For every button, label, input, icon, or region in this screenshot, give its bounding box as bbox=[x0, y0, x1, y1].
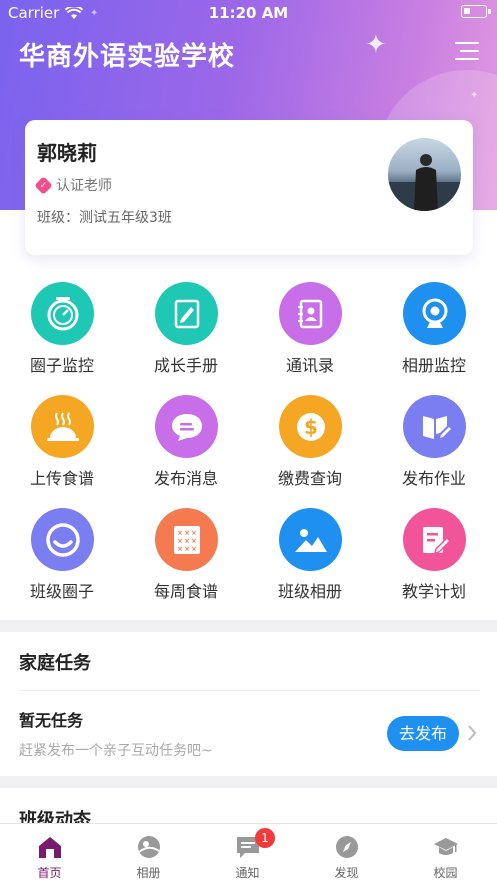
webcam-icon bbox=[422, 298, 447, 328]
svg-text:×: × bbox=[184, 537, 190, 545]
tab-album[interactable]: 相册 bbox=[99, 824, 198, 884]
empty-task-hint: 赶紧发布一个亲子互动任务吧~ bbox=[19, 743, 213, 759]
clock: 11:20 AM bbox=[208, 4, 289, 22]
feature-label: 教学计划 bbox=[401, 582, 466, 601]
feature-upload-recipe[interactable]: 上传食谱 bbox=[0, 395, 124, 505]
feature-label: 成长手册 bbox=[153, 356, 218, 375]
tab-label: 相册 bbox=[136, 866, 161, 880]
calendar-grid-icon: × × × × × × × × × bbox=[173, 525, 200, 554]
feature-label: 圈子监控 bbox=[29, 356, 94, 375]
bottom-tab-bar: 首页 相册 1 通知 发现 校园 bbox=[0, 823, 497, 883]
dollar-coin-icon: $ bbox=[296, 412, 325, 441]
svg-text:×: × bbox=[177, 537, 183, 545]
avatar[interactable] bbox=[388, 138, 461, 211]
tab-notifications[interactable]: 1 通知 bbox=[198, 824, 297, 884]
feature-album-monitor[interactable]: 相册监控 bbox=[372, 282, 496, 392]
menu-button[interactable] bbox=[455, 40, 479, 62]
photo-mountain-icon bbox=[294, 528, 327, 552]
divider-line bbox=[19, 690, 480, 691]
album-icon bbox=[138, 836, 160, 858]
feature-contacts[interactable]: 通讯录 bbox=[248, 282, 372, 392]
feature-post-message[interactable]: 发布消息 bbox=[124, 395, 248, 505]
publish-task-button[interactable]: 去发布 bbox=[387, 716, 459, 751]
feature-label: 班级相册 bbox=[277, 582, 342, 601]
section-divider bbox=[0, 620, 497, 632]
graduation-cap-icon bbox=[434, 838, 458, 855]
svg-text:×: × bbox=[191, 529, 197, 537]
tab-label: 通知 bbox=[235, 866, 260, 880]
feature-label: 每周食谱 bbox=[153, 582, 218, 601]
role-label: 认证老师 bbox=[56, 178, 112, 194]
tab-campus[interactable]: 校园 bbox=[396, 824, 495, 884]
class-info: 班级：测试五年级3班 bbox=[37, 210, 172, 226]
feature-label: 缴费查询 bbox=[277, 469, 342, 488]
tab-discover[interactable]: 发现 bbox=[297, 824, 396, 884]
contacts-book-icon bbox=[297, 299, 322, 328]
stopwatch-icon bbox=[47, 296, 78, 330]
svg-text:×: × bbox=[191, 545, 197, 553]
homework-book-icon bbox=[422, 415, 451, 439]
feature-post-homework[interactable]: 发布作业 bbox=[372, 395, 496, 505]
chat-bubble-icon bbox=[171, 413, 202, 441]
notification-badge: 1 bbox=[255, 828, 275, 848]
svg-text:×: × bbox=[184, 529, 190, 537]
status-bar: Carrier 11:20 AM bbox=[0, 0, 497, 24]
smile-circle-icon bbox=[45, 522, 80, 557]
tab-label: 发现 bbox=[334, 866, 359, 880]
svg-text:×: × bbox=[177, 529, 183, 537]
chevron-right-icon[interactable] bbox=[467, 724, 477, 742]
battery-icon bbox=[461, 5, 491, 18]
feature-label: 上传食谱 bbox=[29, 469, 94, 488]
compass-icon bbox=[336, 836, 358, 858]
tab-label: 校园 bbox=[433, 866, 458, 880]
feature-teaching-plan[interactable]: 教学计划 bbox=[372, 508, 496, 618]
feature-label: 相册监控 bbox=[401, 356, 466, 375]
home-icon bbox=[39, 837, 61, 858]
feature-growth-handbook[interactable]: 成长手册 bbox=[124, 282, 248, 392]
feature-label: 班级圈子 bbox=[29, 582, 94, 601]
svg-text:$: $ bbox=[304, 415, 318, 439]
sparkle-icon: ✦ bbox=[470, 90, 479, 101]
verified-badge-icon: ✓ bbox=[34, 175, 53, 195]
feature-class-circle[interactable]: 班级圈子 bbox=[0, 508, 124, 618]
feature-weekly-recipe[interactable]: × × × × × × × × × 每周食谱 bbox=[124, 508, 248, 618]
section-divider bbox=[0, 776, 497, 788]
feature-label: 发布消息 bbox=[153, 469, 218, 488]
svg-text:×: × bbox=[191, 537, 197, 545]
tab-home[interactable]: 首页 bbox=[0, 824, 99, 884]
feature-label: 发布作业 bbox=[401, 469, 466, 488]
tab-label: 首页 bbox=[37, 866, 62, 880]
teacher-name: 郭晓莉 bbox=[37, 141, 97, 165]
feature-circle-monitor[interactable]: 圈子监控 bbox=[0, 282, 124, 392]
notebook-pen-icon bbox=[174, 299, 199, 328]
family-tasks-title: 家庭任务 bbox=[19, 653, 91, 674]
svg-text:×: × bbox=[177, 545, 183, 553]
svg-text:×: × bbox=[184, 545, 190, 553]
empty-task-title: 暂无任务 bbox=[19, 711, 84, 730]
sparkle-icon: ✦ bbox=[365, 30, 387, 60]
food-cloche-icon bbox=[46, 411, 79, 441]
feature-payment-query[interactable]: $ 缴费查询 bbox=[248, 395, 372, 505]
feature-label: 通讯录 bbox=[285, 356, 334, 375]
profile-card[interactable]: 郭晓莉 ✓ 认证老师 班级：测试五年级3班 bbox=[25, 120, 473, 255]
feature-class-album[interactable]: 班级相册 bbox=[248, 508, 372, 618]
plan-edit-icon bbox=[422, 526, 451, 554]
school-title: 华商外语实验学校 bbox=[19, 42, 236, 72]
